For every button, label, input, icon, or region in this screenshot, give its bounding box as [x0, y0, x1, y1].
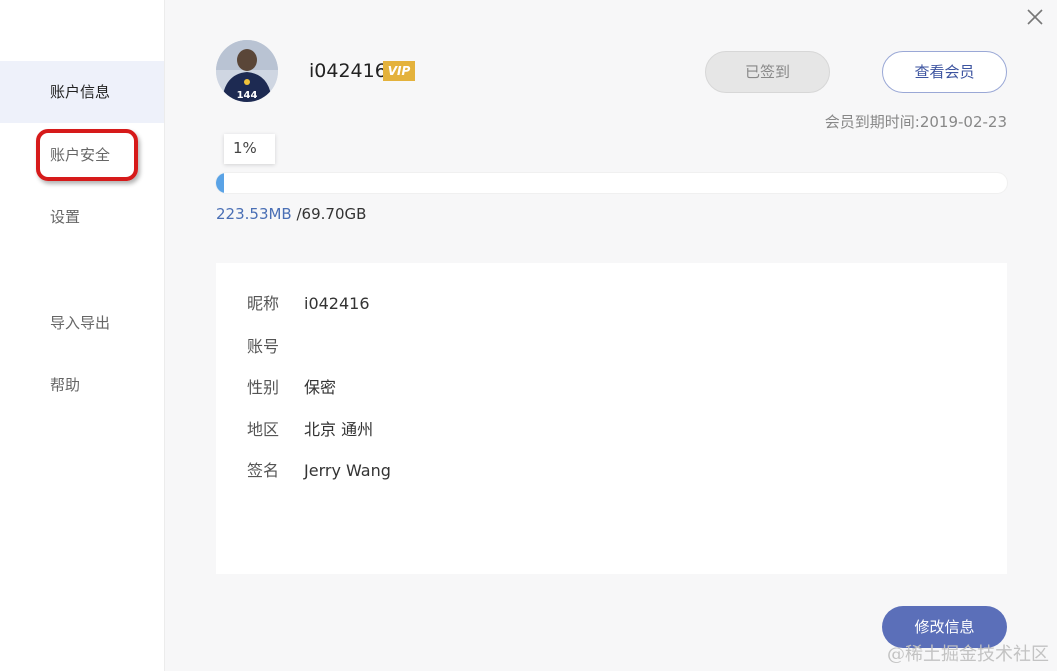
close-button[interactable]: [1024, 6, 1046, 28]
storage-percent-tooltip: 1%: [224, 134, 275, 164]
sidebar-item-account-info[interactable]: 账户信息: [0, 61, 164, 123]
storage-used: 223.53MB: [216, 205, 292, 223]
sidebar-item-label: 账户信息: [50, 83, 111, 101]
profile-row-account: 账号: [247, 336, 304, 358]
signed-in-button[interactable]: 已签到: [705, 51, 830, 93]
profile-value: 保密: [304, 378, 337, 397]
profile-row-signature: 签名 Jerry Wang: [247, 460, 391, 482]
profile-label: 昵称: [247, 294, 280, 313]
close-icon: [1027, 9, 1043, 25]
sidebar-item-account-security[interactable]: 账户安全: [0, 124, 164, 186]
storage-progress-bar: [216, 173, 1007, 193]
storage-total: /69.70GB: [296, 205, 367, 223]
profile-row-region: 地区 北京 通州: [247, 419, 373, 441]
avatar-image: 144: [216, 40, 278, 102]
profile-row-gender: 性别 保密: [247, 377, 336, 399]
profile-label: 账号: [247, 337, 280, 356]
sidebar-item-label: 导入导出: [50, 314, 111, 332]
account-window: 账户信息 账户安全 设置 导入导出 帮助 144 i042416 VIP 已签到…: [0, 0, 1057, 671]
jersey-number: 144: [237, 90, 258, 101]
view-membership-button[interactable]: 查看会员: [882, 51, 1007, 93]
profile-card: 昵称 i042416 账号 性别 保密 地区 北京 通州 签名 Jerry Wang: [216, 263, 1007, 574]
sidebar-item-help[interactable]: 帮助: [0, 354, 164, 416]
storage-progress-fill: [216, 173, 224, 193]
sidebar-item-label: 账户安全: [50, 146, 111, 164]
profile-value: 北京 通州: [304, 420, 374, 439]
sidebar-item-label: 帮助: [50, 376, 81, 394]
sidebar-item-import-export[interactable]: 导入导出: [0, 292, 164, 354]
watermark: @稀土掘金技术社区: [887, 644, 1049, 665]
sidebar-item-settings[interactable]: 设置: [0, 186, 164, 248]
storage-usage: 223.53MB /69.70GB: [216, 204, 366, 224]
profile-value: i042416: [304, 294, 370, 313]
profile-label: 地区: [247, 420, 280, 439]
vip-badge: VIP: [383, 61, 415, 81]
username: i042416: [309, 60, 387, 82]
profile-label: 签名: [247, 461, 280, 480]
profile-row-nickname: 昵称 i042416: [247, 293, 370, 315]
sidebar-item-label: 设置: [50, 208, 81, 226]
profile-label: 性别: [247, 378, 280, 397]
sidebar: 账户信息 账户安全 设置 导入导出 帮助: [0, 0, 165, 671]
membership-expire-text: 会员到期时间:2019-02-23: [824, 113, 1007, 131]
profile-value: Jerry Wang: [304, 461, 391, 480]
avatar[interactable]: 144: [216, 40, 278, 102]
